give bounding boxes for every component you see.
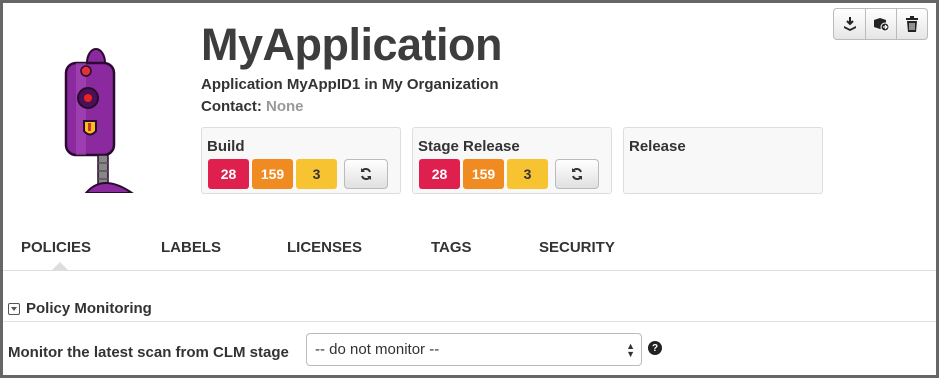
tab-bar: POLICIES LABELS LICENSES TAGS SECURITY [3,231,936,271]
select-value: -- do not monitor -- [315,341,440,358]
moderate-count-badge[interactable]: 3 [507,159,548,189]
collapse-icon[interactable] [8,302,20,315]
select-arrows-icon: ▲ ▼ [626,341,635,359]
download-icon [843,17,856,31]
stage-card-release: Release [623,127,823,194]
monitor-stage-select[interactable]: -- do not monitor -- ▲ ▼ [306,333,642,366]
reevaluate-button[interactable] [344,159,388,189]
contact-value: None [266,98,304,115]
move-icon [874,18,890,32]
download-button[interactable] [834,9,865,39]
stage-title: Release [629,138,686,155]
stage-badges: 28 159 3 [419,159,599,189]
tab-licenses[interactable]: LICENSES [287,239,362,256]
contact-label: Contact: [201,98,262,115]
trash-icon [906,16,918,32]
application-page: MyApplication Application MyAppID1 in My… [0,0,939,378]
tab-tags[interactable]: TAGS [431,239,472,256]
refresh-icon [572,168,582,180]
stage-title: Build [207,138,245,155]
tab-security[interactable]: SECURITY [539,239,615,256]
move-button[interactable] [865,9,896,39]
section-title: Policy Monitoring [26,300,152,317]
severe-count-badge[interactable]: 159 [252,159,293,189]
tab-policies[interactable]: POLICIES [21,239,91,256]
reevaluate-button[interactable] [555,159,599,189]
app-contact: Contact: None [201,98,304,115]
app-subtitle: Application MyAppID1 in My Organization [201,76,499,93]
active-tab-indicator [51,262,69,271]
section-divider [3,321,936,322]
app-toolbar [833,8,928,40]
stage-card-build: Build 28 159 3 [201,127,401,194]
stage-badges: 28 159 3 [208,159,388,189]
app-title: MyApplication [201,19,503,70]
robot-avatar [64,48,134,193]
critical-count-badge[interactable]: 28 [419,159,460,189]
severe-count-badge[interactable]: 159 [463,159,504,189]
monitor-stage-label: Monitor the latest scan from CLM stage [8,344,289,361]
moderate-count-badge[interactable]: 3 [296,159,337,189]
tab-labels[interactable]: LABELS [161,239,221,256]
stage-card-stage-release: Stage Release 28 159 3 [412,127,612,194]
critical-count-badge[interactable]: 28 [208,159,249,189]
stage-title: Stage Release [418,138,520,155]
refresh-icon [361,168,371,180]
help-icon[interactable]: ? [648,341,662,355]
policy-monitoring-header[interactable]: Policy Monitoring [8,300,152,317]
delete-button[interactable] [896,9,927,39]
